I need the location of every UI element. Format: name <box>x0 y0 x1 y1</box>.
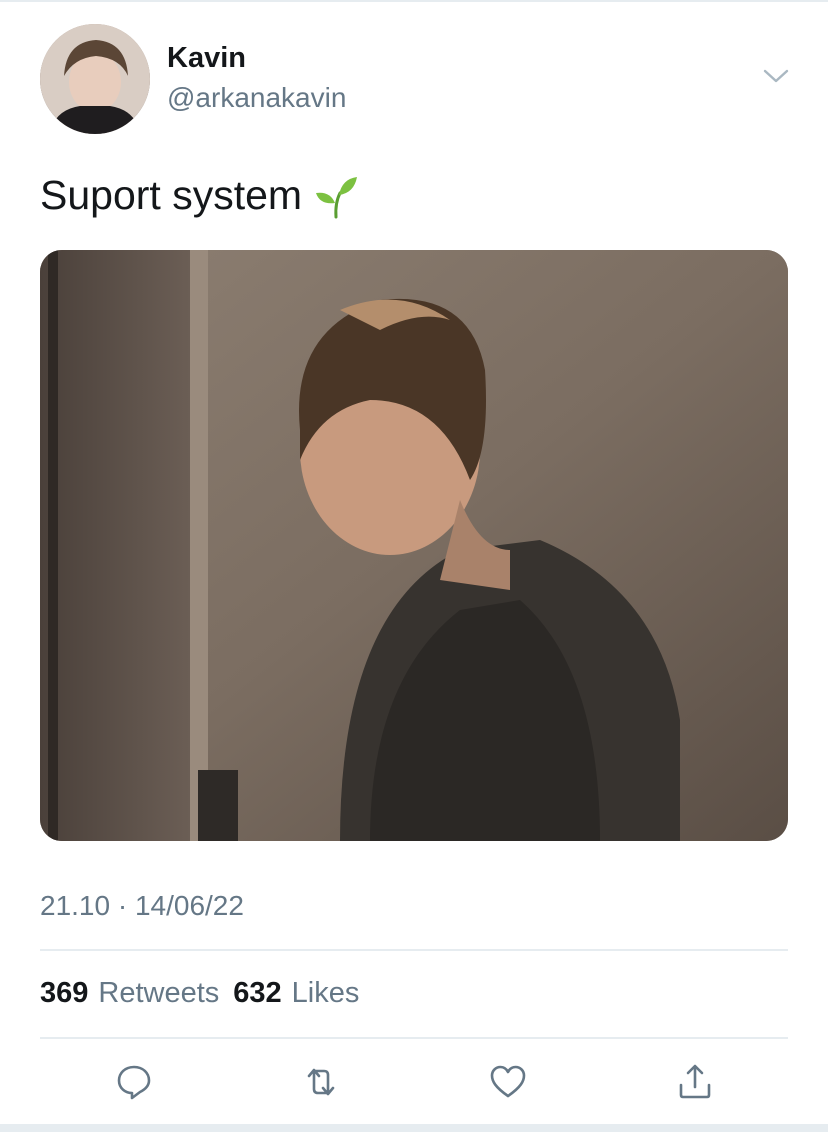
share-button[interactable] <box>673 1060 717 1104</box>
retweet-icon <box>307 1068 335 1096</box>
share-icon <box>679 1064 711 1099</box>
bottom-divider <box>0 1124 828 1132</box>
likes-count: 632 <box>233 977 282 1009</box>
divider <box>40 949 788 951</box>
reply-button[interactable] <box>112 1060 156 1104</box>
chevron-down-icon[interactable] <box>762 66 790 86</box>
heart-icon <box>490 1065 526 1098</box>
photo-image <box>40 250 788 841</box>
reply-icon <box>117 1065 151 1100</box>
retweets-label: Retweets <box>98 977 220 1009</box>
tweet-text: Suport system <box>40 172 303 218</box>
retweets-stat[interactable]: 369 Retweets <box>40 977 219 1010</box>
author-name[interactable]: Kavin <box>167 42 246 75</box>
likes-label: Likes <box>291 977 360 1009</box>
retweets-count: 369 <box>40 977 89 1009</box>
author-handle[interactable]: @arkanakavin <box>167 82 346 114</box>
tweet-text-row: Suport system <box>40 172 360 219</box>
tweet-stats: 369 Retweets 632 Likes <box>40 977 359 1010</box>
action-bar <box>0 1060 828 1104</box>
likes-stat[interactable]: 632 Likes <box>233 977 359 1010</box>
avatar[interactable] <box>40 24 150 134</box>
seedling-icon <box>316 176 358 218</box>
divider <box>40 1037 788 1039</box>
retweet-button[interactable] <box>299 1060 343 1104</box>
top-divider <box>0 0 828 2</box>
like-button[interactable] <box>486 1060 530 1104</box>
avatar-image <box>40 24 150 134</box>
tweet-image[interactable] <box>40 250 788 841</box>
tweet-timestamp[interactable]: 21.10 · 14/06/22 <box>40 890 244 922</box>
